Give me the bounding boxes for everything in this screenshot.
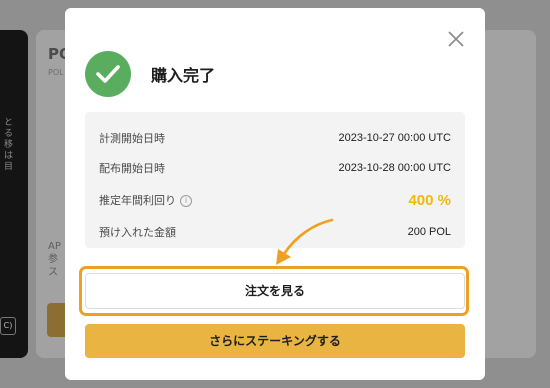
modal-title: 購入完了 (151, 66, 216, 85)
detail-row-distribution-start: 配布開始日時 2023-10-28 00:00 UTC (99, 158, 451, 178)
view-order-button[interactable]: 注文を見る (85, 273, 465, 309)
detail-label: 推定年間利回り (99, 194, 176, 207)
check-circle-icon (85, 51, 131, 97)
apy-value: 400 % (408, 191, 451, 209)
purchase-complete-modal: 購入完了 計測開始日時 2023-10-27 00:00 UTC 配布開始日時 … (65, 8, 485, 380)
background-dark-panel: とる移は目 C) (0, 30, 28, 358)
background-panel-badge: C) (0, 317, 16, 335)
detail-label-wrap: 推定年間利回り i (99, 192, 192, 208)
detail-label: 預け入れた金額 (99, 226, 176, 239)
background-card-subtitle: POL (48, 68, 64, 77)
stake-more-button[interactable]: さらにステーキングする (85, 324, 465, 358)
detail-value: 200 POL (407, 226, 451, 238)
detail-label: 計測開始日時 (99, 132, 165, 145)
detail-value: 2023-10-27 00:00 UTC (338, 132, 451, 144)
background-panel-text: とる移は目 (4, 118, 14, 172)
detail-row-apy: 推定年間利回り i 400 % (99, 190, 451, 210)
info-circle-icon[interactable]: i (180, 195, 192, 207)
detail-label: 配布開始日時 (99, 162, 165, 175)
curved-arrow-icon (276, 218, 334, 265)
detail-row-calc-start: 計測開始日時 2023-10-27 00:00 UTC (99, 128, 451, 148)
detail-value: 2023-10-28 00:00 UTC (338, 162, 451, 174)
close-icon[interactable] (447, 30, 465, 48)
